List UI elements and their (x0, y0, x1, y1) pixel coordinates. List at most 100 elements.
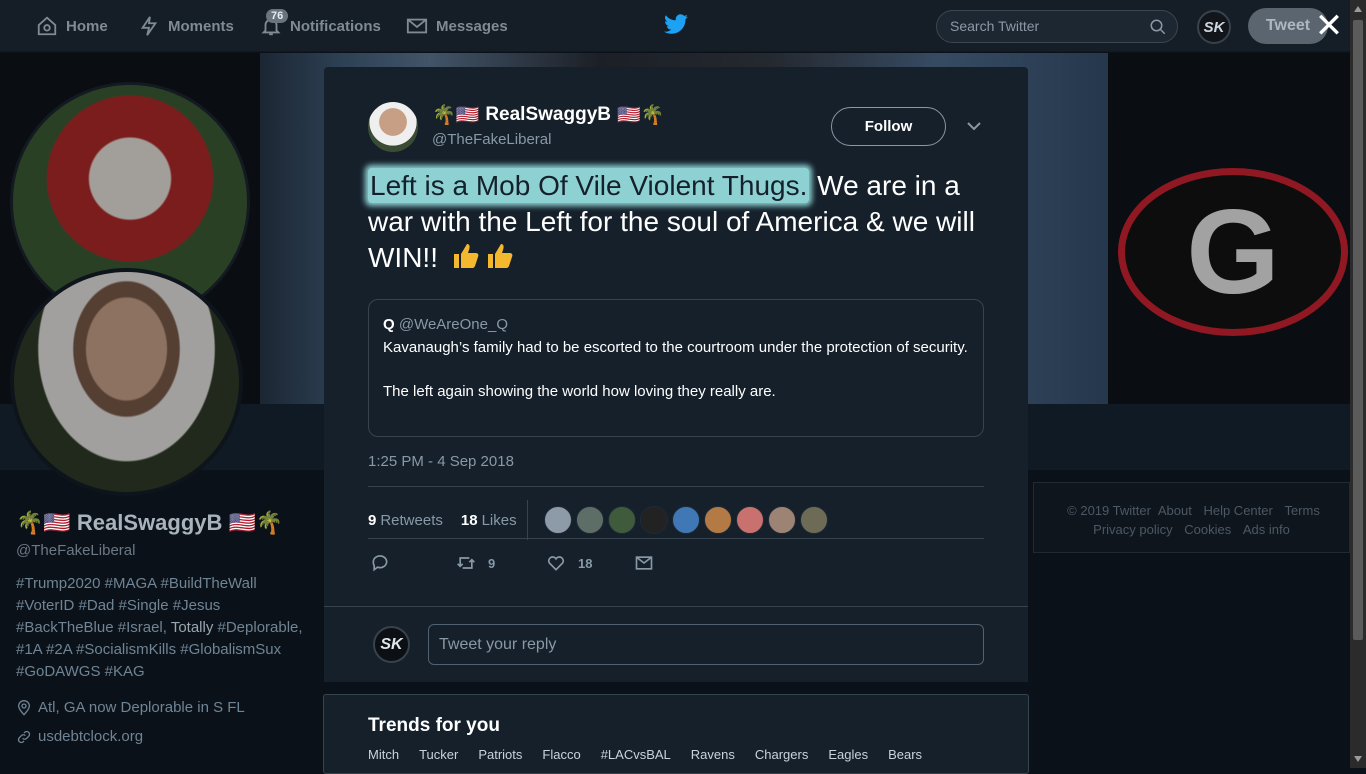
liker-avatar[interactable] (639, 506, 668, 534)
nav-home-label: Home (66, 17, 108, 35)
trend-item[interactable]: Ravens (691, 747, 735, 762)
trend-item[interactable]: Mitch (368, 747, 399, 762)
footer-ads[interactable]: Ads info (1243, 522, 1290, 537)
trend-item[interactable]: Patriots (478, 747, 522, 762)
tweet-author-name[interactable]: 🌴🇺🇸 RealSwaggyB 🇺🇸🌴 (432, 103, 664, 127)
liker-avatar[interactable] (703, 506, 732, 534)
nav-messages[interactable]: Messages (406, 0, 508, 52)
profile-sidebar: 🌴🇺🇸 RealSwaggyB 🇺🇸🌴 @TheFakeLiberal #Tru… (16, 510, 316, 745)
liker-avatar[interactable] (799, 506, 828, 534)
nav-messages-label: Messages (436, 17, 508, 35)
quoted-tweet[interactable]: Q @WeAreOne_Q Kavanaugh’s family had to … (368, 299, 984, 437)
profile-handle[interactable]: @TheFakeLiberal (16, 542, 316, 559)
liker-avatar[interactable] (767, 506, 796, 534)
reply-composer: SK (324, 606, 1028, 682)
like-count: 18 (578, 555, 593, 571)
profile-name[interactable]: 🌴🇺🇸 RealSwaggyB 🇺🇸🌴 (16, 510, 316, 536)
nav-notifications[interactable]: Notifications (260, 0, 381, 52)
trend-item[interactable]: Bears (888, 747, 922, 762)
follow-button[interactable]: Follow (831, 107, 946, 146)
trend-item[interactable]: Eagles (828, 747, 868, 762)
retweet-action[interactable]: 9 (456, 553, 495, 573)
reply-input[interactable] (428, 624, 984, 665)
author-emoji-right: 🇺🇸🌴 (616, 105, 665, 126)
tweet-text: Left is a Mob Of Vile Violent Thugs. We … (368, 168, 998, 276)
location-text: Atl, GA now Deplorable in S FL (38, 699, 245, 716)
footer-terms[interactable]: Terms (1284, 503, 1319, 518)
tweet-stats: 9 Retweets 18 Likes (368, 500, 828, 540)
tweet-modal: 🌴🇺🇸 RealSwaggyB 🇺🇸🌴 @TheFakeLiberal Foll… (324, 67, 1028, 682)
close-icon[interactable]: ✕ (1314, 8, 1344, 44)
retweets-count: 9 (368, 511, 377, 529)
envelope-icon (635, 556, 653, 570)
footer-privacy[interactable]: Privacy policy (1093, 522, 1172, 537)
chevron-down-icon[interactable] (965, 119, 983, 133)
lightning-icon (140, 16, 158, 36)
bio-text: Totally (170, 619, 214, 636)
user-avatar[interactable]: SK (1197, 10, 1231, 44)
quoted-text-line2: The left again showing the world how lov… (383, 383, 776, 400)
scrollbar-thumb[interactable] (1353, 20, 1363, 640)
tweet-author-avatar[interactable] (368, 102, 418, 152)
liker-avatar[interactable] (575, 506, 604, 534)
link-icon (17, 730, 31, 743)
reply-action[interactable] (370, 553, 390, 573)
divider (368, 486, 984, 487)
footer-copyright: © 2019 Twitter (1067, 503, 1151, 518)
retweets-label: Retweets (380, 511, 443, 529)
footer-links: © 2019 Twitter About Help Center Terms P… (1033, 482, 1350, 553)
retweets-stat[interactable]: 9 Retweets (368, 512, 443, 529)
trend-item[interactable]: #LACvsBAL (601, 747, 671, 762)
reply-icon (372, 555, 388, 572)
liker-avatar[interactable] (543, 506, 572, 534)
nav-home[interactable]: Home (36, 0, 108, 52)
scrollbar[interactable] (1350, 0, 1366, 768)
website-link[interactable]: usdebtclock.org (38, 728, 143, 745)
envelope-icon (406, 18, 428, 34)
likes-count: 18 (460, 511, 478, 529)
footer-cookies[interactable]: Cookies (1184, 522, 1231, 537)
message-action[interactable] (634, 553, 654, 573)
nav-notifications-label: Notifications (290, 17, 381, 35)
scroll-down-arrow[interactable] (1354, 756, 1362, 762)
liker-avatars (543, 506, 828, 534)
author-emoji-left: 🌴🇺🇸 (432, 105, 480, 126)
nav-moments-label: Moments (168, 17, 234, 35)
tweet-author-handle[interactable]: @TheFakeLiberal (432, 131, 551, 148)
search-input[interactable] (950, 18, 1140, 34)
search-box (936, 10, 1178, 43)
thumbs-up-icon (487, 244, 513, 268)
tweet-actions: 9 18 (368, 553, 668, 577)
quoted-tweet-header: Q @WeAreOne_Q (383, 316, 969, 333)
liker-avatar[interactable] (671, 506, 700, 534)
likes-stat[interactable]: 18 Likes (461, 512, 517, 529)
twitter-bird-icon[interactable] (664, 14, 688, 36)
footer-about[interactable]: About (1158, 503, 1192, 518)
quoted-author-handle: @WeAreOne_Q (398, 316, 509, 333)
like-action[interactable]: 18 (546, 553, 592, 573)
trends-panel: Trends for you Mitch Tucker Patriots Flacco… (323, 694, 1029, 774)
liker-avatar[interactable] (735, 506, 764, 534)
trend-item[interactable]: Flacco (542, 747, 580, 762)
scroll-up-arrow[interactable] (1354, 6, 1362, 12)
location-pin-icon (17, 699, 31, 716)
trends-title: Trends for you (368, 715, 500, 736)
retweet-count: 9 (488, 555, 496, 571)
footer-help[interactable]: Help Center (1203, 503, 1272, 518)
retweet-icon (457, 557, 475, 569)
trend-item[interactable]: Tucker (419, 747, 458, 762)
top-navigation: Home Moments Notifications 76 Messages S… (0, 0, 1350, 52)
search-icon[interactable] (1149, 18, 1167, 36)
tweet-timestamp[interactable]: 1:25 PM - 4 Sep 2018 (368, 453, 514, 470)
georgia-g-logo (1118, 168, 1348, 336)
profile-avatar[interactable] (10, 268, 243, 496)
thumbs-up-icon (453, 244, 479, 268)
liker-avatar[interactable] (607, 506, 636, 534)
trends-list: Mitch Tucker Patriots Flacco #LACvsBAL Ravens… (368, 747, 922, 762)
nav-moments[interactable]: Moments (138, 0, 234, 52)
profile-website[interactable]: usdebtclock.org (16, 728, 316, 745)
profile-location: Atl, GA now Deplorable in S FL (16, 699, 316, 716)
notifications-badge: 76 (266, 9, 289, 23)
trend-item[interactable]: Chargers (755, 747, 808, 762)
stats-separator (526, 500, 528, 540)
